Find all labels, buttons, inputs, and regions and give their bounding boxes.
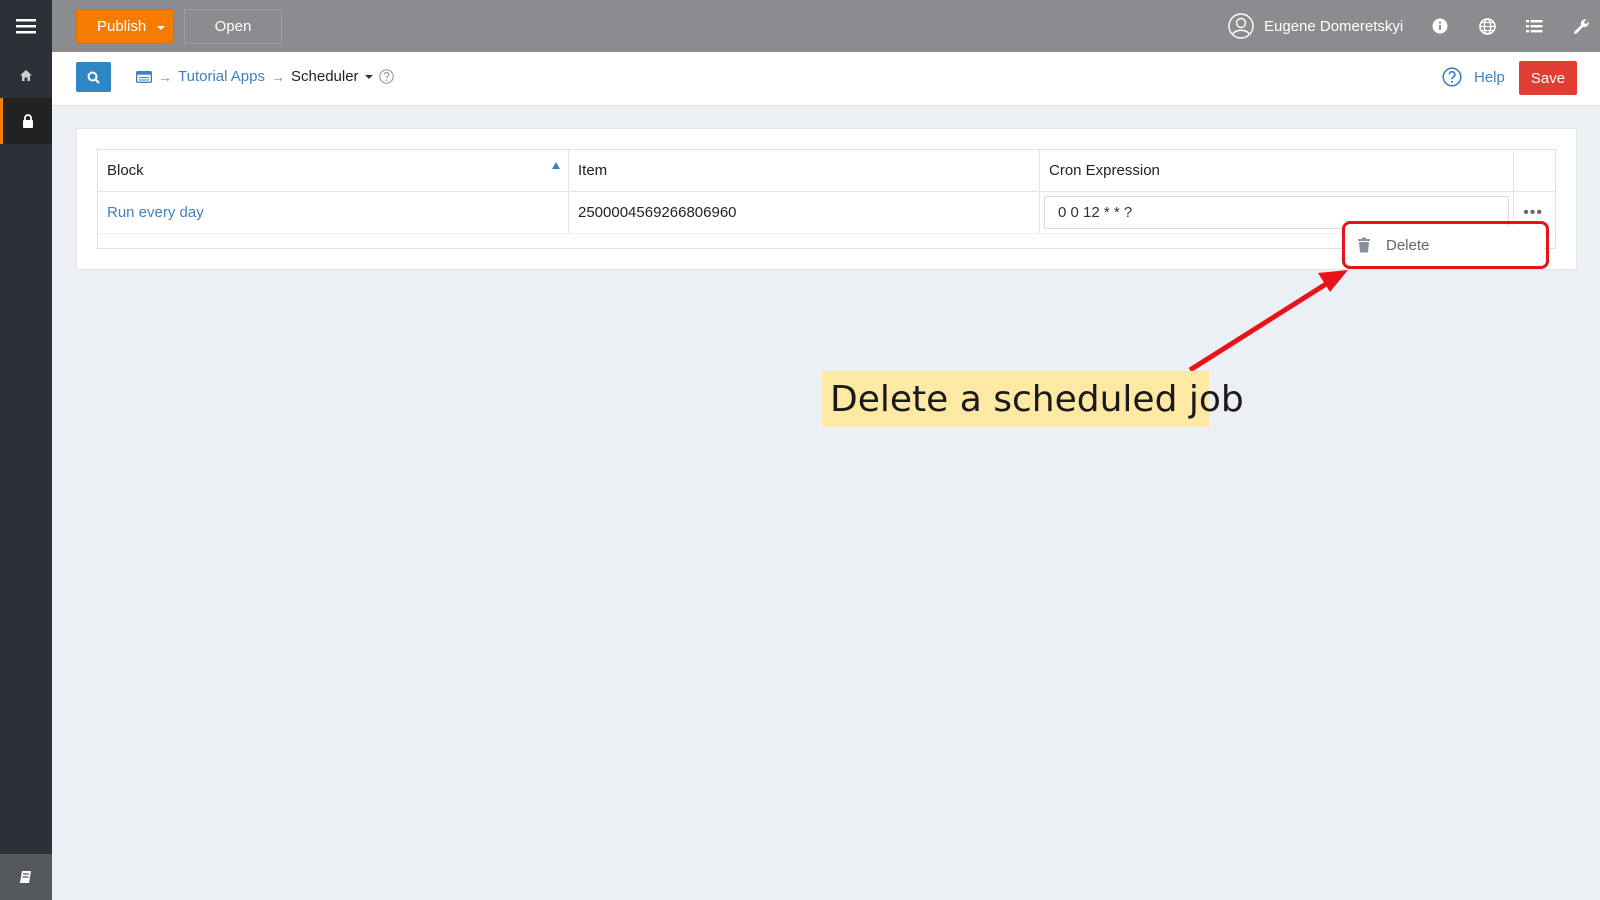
help-icon bbox=[1442, 67, 1462, 87]
question-icon[interactable] bbox=[378, 69, 394, 84]
column-label: Item bbox=[578, 162, 608, 179]
help-link[interactable]: Help bbox=[1442, 67, 1505, 87]
item-value: 2500004569266806960 bbox=[578, 204, 737, 221]
annotation-callout: Delete a scheduled job bbox=[822, 371, 1244, 427]
block-link[interactable]: Run every day bbox=[107, 204, 204, 221]
book-icon[interactable] bbox=[0, 854, 52, 900]
cell-item: 2500004569266806960 bbox=[569, 192, 1040, 233]
column-header-item[interactable]: Item bbox=[569, 150, 1040, 191]
table-header: Block Item Cron Expression bbox=[98, 150, 1555, 192]
left-sidebar bbox=[0, 0, 52, 900]
column-header-actions bbox=[1514, 150, 1557, 191]
breadcrumb-current[interactable]: Scheduler bbox=[291, 68, 359, 85]
chevron-down-icon[interactable] bbox=[364, 74, 373, 79]
breadcrumb-arrow-icon: → bbox=[158, 68, 172, 85]
open-button[interactable]: Open bbox=[184, 9, 282, 44]
search-icon bbox=[87, 71, 100, 84]
user-menu[interactable]: Eugene Domeretskyi bbox=[1228, 12, 1403, 40]
list-icon[interactable] bbox=[1522, 14, 1546, 38]
scheduler-table: Block Item Cron Expression Run every day… bbox=[97, 149, 1556, 249]
user-avatar-icon bbox=[1228, 13, 1254, 39]
search-button[interactable] bbox=[76, 62, 111, 92]
more-actions-icon[interactable]: ••• bbox=[1523, 204, 1543, 222]
publish-button[interactable]: Publish bbox=[76, 9, 174, 44]
apps-icon[interactable] bbox=[136, 70, 152, 83]
top-bar: Publish Open Eugene Domeretskyi bbox=[52, 0, 1600, 52]
column-label: Cron Expression bbox=[1049, 162, 1160, 179]
breadcrumb: → Tutorial Apps → Scheduler bbox=[136, 68, 394, 85]
highlight-box bbox=[1342, 221, 1549, 269]
column-header-block[interactable]: Block bbox=[98, 150, 569, 191]
user-name: Eugene Domeretskyi bbox=[1264, 17, 1404, 35]
breadcrumb-tutorial-apps[interactable]: Tutorial Apps bbox=[178, 68, 265, 85]
publish-label: Publish bbox=[97, 18, 147, 35]
lock-icon[interactable] bbox=[0, 98, 52, 144]
sort-ascending-icon[interactable] bbox=[552, 162, 560, 169]
column-label: Block bbox=[107, 162, 144, 179]
home-icon[interactable] bbox=[0, 52, 52, 98]
column-header-cron[interactable]: Cron Expression bbox=[1040, 150, 1514, 191]
breadcrumb-arrow-icon: → bbox=[271, 68, 285, 85]
info-icon[interactable] bbox=[1428, 14, 1452, 38]
wrench-icon[interactable] bbox=[1569, 14, 1593, 38]
table-row: Run every day 2500004569266806960 0 0 12… bbox=[98, 192, 1555, 234]
help-label: Help bbox=[1474, 68, 1505, 86]
toolbar: → Tutorial Apps → Scheduler Help Save bbox=[52, 52, 1600, 106]
chevron-down-icon[interactable] bbox=[157, 26, 165, 30]
globe-icon[interactable] bbox=[1475, 14, 1499, 38]
cell-block[interactable]: Run every day bbox=[98, 192, 569, 233]
menu-icon[interactable] bbox=[0, 0, 52, 52]
save-button[interactable]: Save bbox=[1519, 61, 1577, 95]
